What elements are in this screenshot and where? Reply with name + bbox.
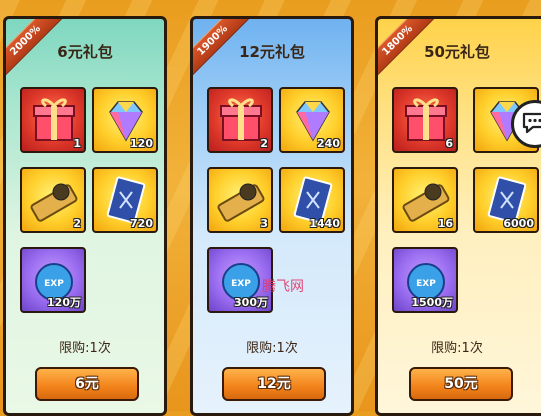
chat-bubble-icon — [522, 112, 541, 134]
buy-button[interactable]: 12元 — [222, 367, 326, 401]
gift-pack-card-6: 2000% 6元礼包 1 120 2 720 EXP 120万 限购:1次 6元 — [3, 16, 167, 416]
gift-box-item[interactable]: 6 — [392, 87, 458, 153]
gift-pack-card-50: 1800% 50元礼包 6 16 6000 EXP 1500万 限购:1次 50… — [375, 16, 541, 416]
diamond-item[interactable]: 120 — [92, 87, 158, 153]
gift-box-icon — [33, 98, 75, 141]
item-quantity: 1500万 — [411, 296, 453, 309]
buy-button[interactable]: 6元 — [35, 367, 139, 401]
exp-item[interactable]: EXP 1500万 — [392, 247, 458, 313]
gift-box-item[interactable]: 2 — [207, 87, 273, 153]
item-quantity: 2 — [260, 137, 268, 150]
item-quantity: 1440 — [309, 217, 340, 230]
item-quantity: 300万 — [234, 296, 268, 309]
pack-title: 6元礼包 — [57, 43, 113, 61]
svg-text:EXP: EXP — [231, 279, 251, 289]
item-quantity: 6000 — [503, 217, 534, 230]
ticket-item[interactable]: 16 — [392, 167, 458, 233]
purchase-limit: 限购:1次 — [59, 341, 111, 356]
item-quantity: 120 — [130, 137, 153, 150]
item-quantity: 1 — [73, 137, 81, 150]
card-pack-item[interactable]: 6000 — [473, 167, 539, 233]
pack-title: 50元礼包 — [424, 43, 490, 61]
pack-title: 12元礼包 — [239, 43, 305, 61]
item-quantity: 6 — [445, 137, 453, 150]
item-quantity: 720 — [130, 217, 153, 230]
purchase-limit: 限购:1次 — [246, 341, 298, 356]
svg-text:EXP: EXP — [44, 279, 64, 289]
item-quantity: 3 — [260, 217, 268, 230]
ticket-item[interactable]: 2 — [20, 167, 86, 233]
gift-pack-card-12: 1900% 12元礼包 2 240 3 1440 EXP 300万 限购:1次 … — [190, 16, 354, 416]
item-quantity: 2 — [73, 217, 81, 230]
svg-text:EXP: EXP — [416, 279, 436, 289]
watermark: 腾飞网 — [262, 279, 304, 295]
exp-item[interactable]: EXP 120万 — [20, 247, 86, 313]
item-quantity: 120万 — [47, 296, 81, 309]
item-quantity: 16 — [437, 217, 453, 230]
purchase-limit: 限购:1次 — [431, 341, 483, 356]
gift-box-item[interactable]: 1 — [20, 87, 86, 153]
ticket-item[interactable]: 3 — [207, 167, 273, 233]
diamond-item[interactable]: 240 — [279, 87, 345, 153]
card-pack-item[interactable]: 720 — [92, 167, 158, 233]
card-pack-item[interactable]: 1440 — [279, 167, 345, 233]
buy-button[interactable]: 50元 — [409, 367, 513, 401]
item-quantity: 240 — [317, 137, 340, 150]
